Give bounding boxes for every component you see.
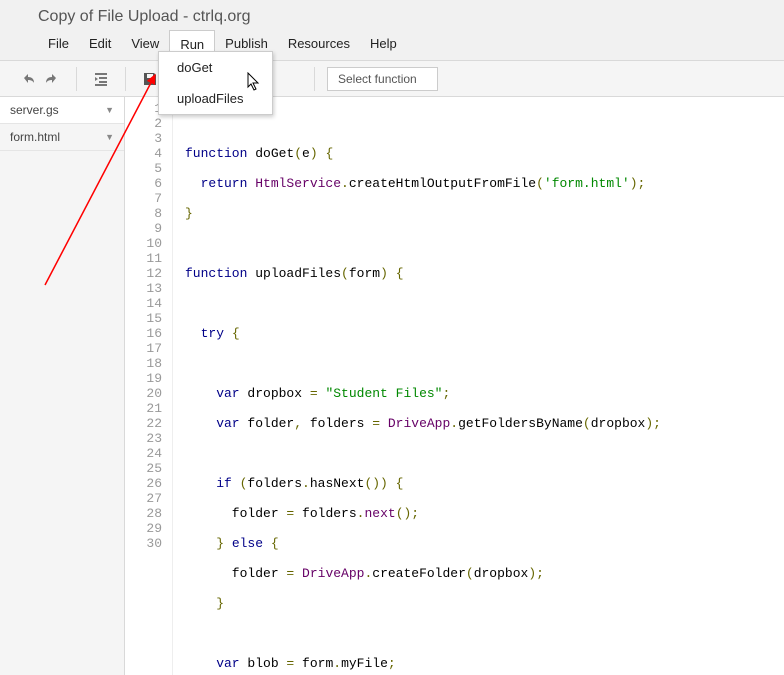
- toolbar: Select function: [0, 61, 784, 97]
- indent-button[interactable]: [89, 67, 113, 91]
- run-dropdown: doGet uploadFiles: [158, 51, 273, 115]
- code-editor[interactable]: 1234567891011121314151617181920212223242…: [125, 97, 784, 675]
- code-area[interactable]: function doGet(e) { return HtmlService.c…: [173, 101, 661, 675]
- menubar: File Edit View Run Publish Resources Hel…: [0, 30, 784, 60]
- menu-resources[interactable]: Resources: [278, 30, 360, 60]
- menu-edit[interactable]: Edit: [79, 30, 121, 60]
- dropdown-item-doget[interactable]: doGet: [159, 52, 272, 83]
- file-tab-label: server.gs: [10, 103, 59, 117]
- select-function-label: Select function: [338, 72, 417, 86]
- file-tab-label: form.html: [10, 130, 60, 144]
- header: Copy of File Upload - ctrlq.org File Edi…: [0, 0, 784, 61]
- file-tab-server[interactable]: server.gs ▼: [0, 97, 124, 124]
- caret-down-icon: ▼: [105, 105, 114, 115]
- line-gutter: 1234567891011121314151617181920212223242…: [125, 101, 173, 675]
- menu-help[interactable]: Help: [360, 30, 407, 60]
- main: server.gs ▼ form.html ▼ 1234567891011121…: [0, 97, 784, 675]
- select-function-dropdown[interactable]: Select function: [327, 67, 438, 91]
- file-tab-form[interactable]: form.html ▼: [0, 124, 124, 151]
- dropdown-item-uploadfiles[interactable]: uploadFiles: [159, 83, 272, 114]
- sidebar: server.gs ▼ form.html ▼: [0, 97, 125, 675]
- redo-button[interactable]: [40, 67, 64, 91]
- menu-file[interactable]: File: [38, 30, 79, 60]
- undo-button[interactable]: [16, 67, 40, 91]
- page-title: Copy of File Upload - ctrlq.org: [0, 6, 784, 30]
- caret-down-icon: ▼: [105, 132, 114, 142]
